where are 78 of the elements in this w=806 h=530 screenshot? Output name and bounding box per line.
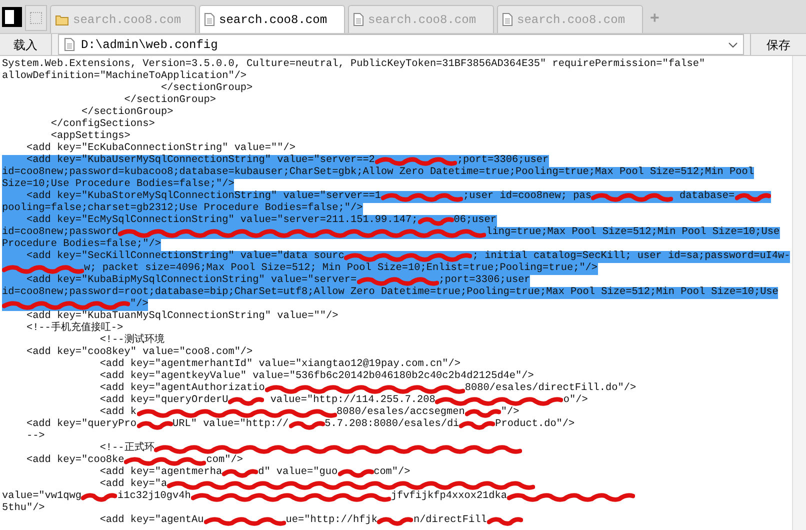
code-line: <add key="KubaStoreMySqlConnectionString" value="server==1: [25, 191, 382, 202]
code-line: <add key="KubaUserMySqlConnectionString" value="server==2: [25, 155, 375, 166]
code-line: allowDefinition="MachineToApplication"/>: [2, 71, 247, 82]
redaction-scribble: [734, 191, 771, 203]
redaction-scribble: [81, 491, 118, 503]
code-line: <add key="coo8ke: [25, 455, 124, 466]
code-line: 06;user: [454, 215, 497, 226]
code-line: "/>: [130, 299, 148, 310]
code-line: Product.do"/>: [495, 419, 575, 431]
code-line: </sectionGroup>: [160, 83, 253, 94]
code-line: jfvfijkfp4xxox21dka: [390, 491, 508, 503]
code-line: <!--手机充值接叿->: [25, 323, 124, 335]
code-line: id=coo8new;password=root;database=bip;CharSet=utf8;Allow Zero Datetime=true;Pooling=true;Max Pool Size=512;Min Pool Size=10;Use: [2, 287, 778, 298]
code-line: id=coo8new;password=kubacoo8;database=kubauser;CharSet=gbk;Allow Zero Datetime=true;Pooling=true;Max Pool Size=512;Min Pool: [2, 167, 754, 178]
folder-icon: [55, 14, 69, 26]
document-icon: [64, 38, 75, 51]
browser-tab[interactable]: search.coo8.com: [199, 5, 345, 33]
code-line: </sectionGroup>: [80, 107, 174, 118]
code-line: value="http://114.255.7.208: [269, 395, 436, 406]
redaction-scribble: [459, 419, 496, 431]
code-line: com"/>: [206, 455, 243, 466]
code-line: <add key="a: [98, 479, 168, 490]
code-line: <add key="agentmerhantId" value="xiangtao12@19pay.com.cn"/>: [98, 359, 461, 370]
code-line: <add key="EcKubaConnectionString" value=""/>: [25, 143, 296, 154]
code-line: <appSettings>: [50, 131, 130, 142]
code-line: <add key="queryOrderU: [98, 395, 228, 406]
code-line: 8080/esales/directFill.do"/>: [464, 383, 636, 394]
path-field[interactable]: D:\admin\web.config: [58, 34, 744, 55]
code-line: <add key="agentAuthorizatio: [98, 383, 265, 394]
code-line: <add key="agentmerha: [98, 467, 222, 478]
code-line: i1c32j10gv4h: [117, 491, 191, 503]
redaction-scribble: [486, 515, 523, 527]
code-line: id=coo8new;password: [2, 227, 118, 238]
code-line: ling=true;Max Pool Size=512;Min Pool Size=10;Use: [486, 227, 780, 239]
code-line: </sectionGroup>: [123, 95, 216, 106]
code-line: System.Web.Extensions, Version=3.5.0.0, Culture=neutral, PublicKeyToken=31BF3856AD364E35" requirePermission="false": [2, 59, 706, 70]
code-line: <add key="KubaBipMySqlConnectionString" value="server=: [25, 275, 357, 286]
code-line: <add key="SecKillConnectionString" value="data sourc: [25, 251, 344, 262]
code-line: pooling=false;charset=gb2312;Use Procedure Bodies=false;"/>: [2, 203, 363, 214]
code-line: <!--测试环境: [98, 335, 164, 346]
code-line: "/>: [500, 407, 520, 418]
panel-icon[interactable]: [2, 7, 22, 27]
code-line: <add k: [98, 407, 136, 418]
code-line: ;port=3306;user: [438, 275, 530, 286]
code-line: ue="http://hfjk: [286, 515, 378, 527]
scrollbar[interactable]: [792, 56, 806, 530]
document-icon: [502, 13, 513, 26]
code-line: <add key="agentAu: [98, 515, 204, 527]
code-line: 5thu"/>: [2, 503, 45, 515]
code-line: ; initial catalog=SecKill; user id=sa;password=uI4w-: [472, 251, 790, 262]
code-line: <!--正式环: [98, 443, 154, 454]
code-line: -->: [25, 431, 45, 443]
code-line: 8080/esales/accsegmen: [336, 407, 465, 418]
code-line: database=: [678, 191, 735, 203]
code-line: Size=10;Use Procedure Bodies=false;"/>: [2, 179, 234, 190]
code-line: n/directFill: [413, 515, 487, 527]
code-line: <add key="EcMySqlConnectionString" value="server=211.151.99.147;: [25, 215, 418, 226]
load-button[interactable]: 载入: [0, 34, 52, 55]
redaction-scribble: [377, 515, 414, 527]
code-line: w; packet size=4096;Max Pool Size=512; Min Pool Size=10;Enlist=true;Pooling=true;"/>: [84, 263, 598, 274]
code-line: d" value="guo: [258, 467, 338, 479]
code-line: ;user id=coo8new; pas: [463, 191, 592, 203]
code-line: o"/>: [563, 395, 588, 407]
code-line: com"/>: [374, 467, 410, 479]
code-line: <add key="KubaTuanMySqlConnectionString" value=""/>: [25, 311, 338, 322]
code-line: 5.7.208:8080/esales/di: [324, 419, 460, 431]
document-icon: [353, 13, 364, 26]
document-icon: [204, 13, 215, 26]
code-line: Procedure Bodies=false;"/>: [2, 239, 161, 250]
code-line: <add key="agentkeyValue" value="536fb6c20142b046180b2c40c2b4d2125d4e"/>: [98, 371, 534, 382]
dropdown-caret-icon[interactable]: [728, 42, 738, 48]
code-line: ;port=3306;user: [456, 155, 549, 166]
code-line: </configSections>: [50, 119, 155, 130]
code-line: URL" value="http://: [172, 419, 289, 431]
code-line: value="vw1qwg: [2, 491, 82, 502]
code-line: <add key="queryPro: [25, 419, 136, 431]
code-line: <add key="coo8key" value="coo8.com"/>: [25, 347, 253, 358]
save-button[interactable]: 保存: [750, 34, 806, 55]
